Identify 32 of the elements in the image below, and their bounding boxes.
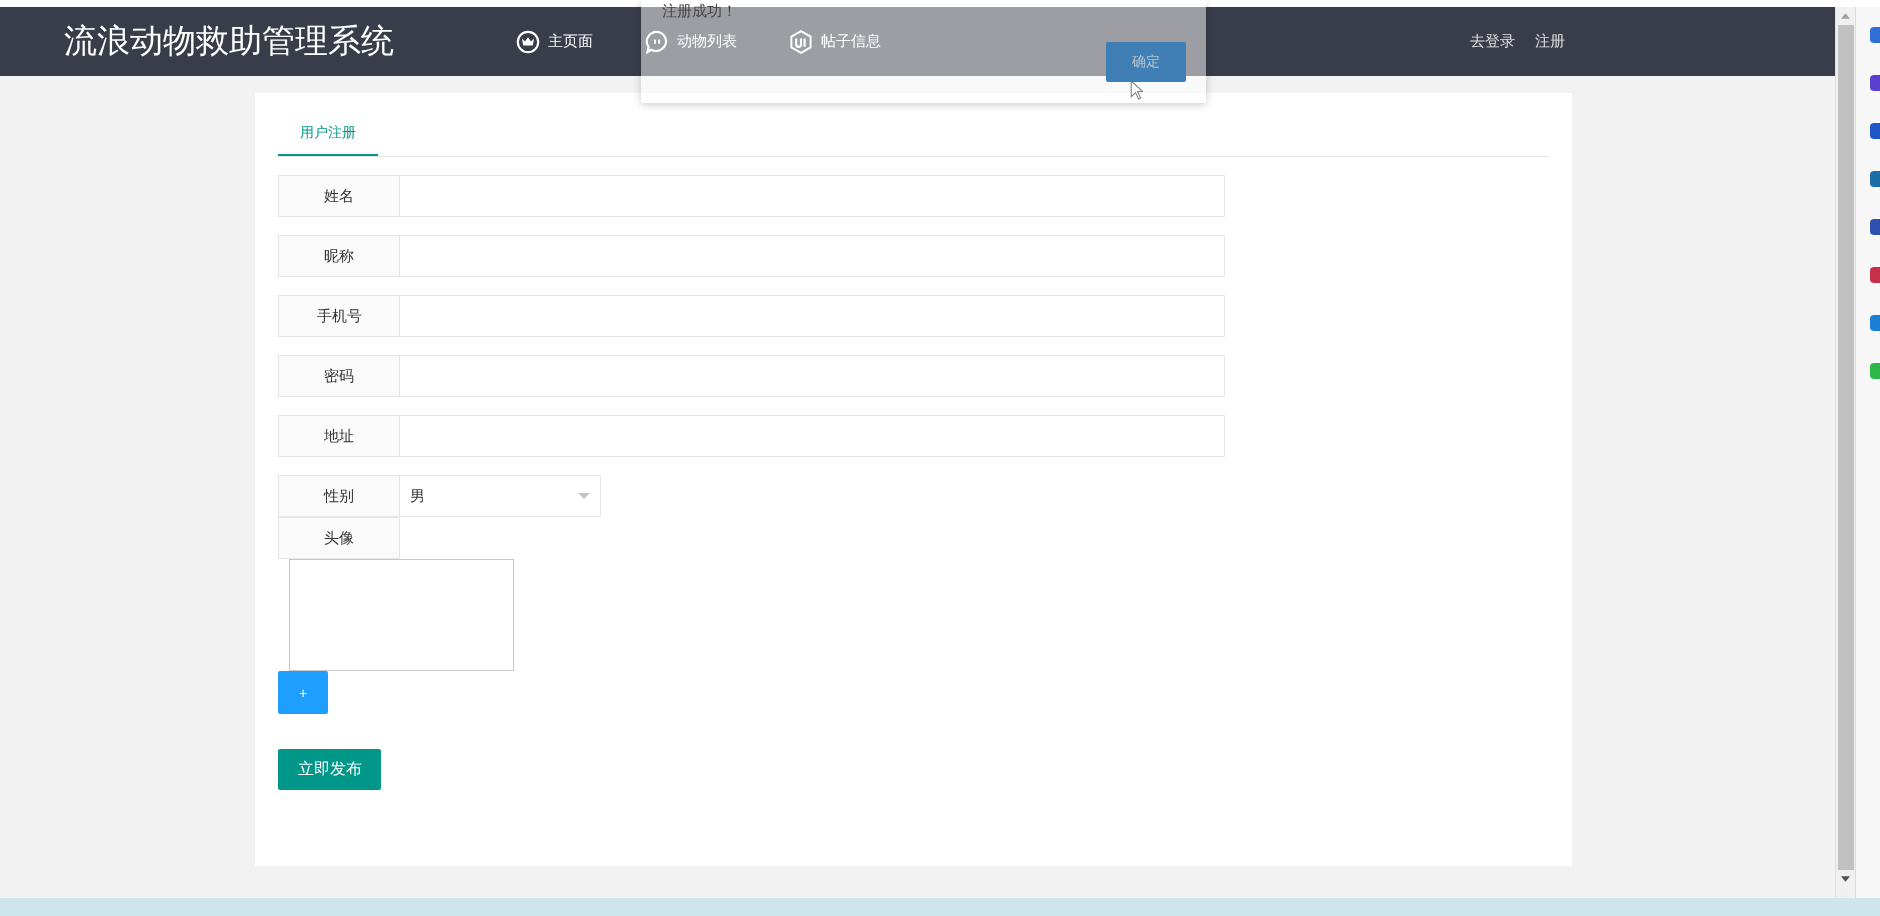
hexagon-icon	[789, 29, 813, 54]
tab[interactable]: 用户注册	[278, 110, 378, 156]
field-label: 昵称	[278, 235, 400, 277]
submit-button[interactable]: 立即发布	[278, 749, 381, 790]
header-link[interactable]: 注册	[1535, 32, 1565, 51]
crown-icon	[516, 29, 540, 54]
scrollbar[interactable]	[1835, 7, 1855, 898]
dialog-message: 注册成功！	[662, 2, 737, 21]
chat-bubble-icon	[645, 29, 669, 54]
scrollbar-thumb[interactable]	[1837, 25, 1854, 870]
field-label: 头像	[278, 517, 400, 559]
header-link[interactable]: 去登录	[1470, 32, 1515, 51]
caret-icon	[578, 493, 590, 499]
field-label: 手机号	[278, 295, 400, 337]
nav-link[interactable]: 帖子信息	[789, 29, 881, 54]
nav-link[interactable]: 动物列表	[645, 29, 737, 54]
input-field[interactable]	[400, 175, 1225, 217]
scroll-up-icon[interactable]	[1841, 13, 1850, 19]
field-label: 性别	[278, 475, 400, 517]
select-field[interactable]: 男	[400, 475, 601, 517]
nav-link[interactable]: 主页面	[516, 29, 593, 54]
add-button[interactable]: +	[278, 671, 328, 714]
input-field[interactable]	[400, 355, 1225, 397]
input-field[interactable]	[400, 415, 1225, 457]
field-label: 密码	[278, 355, 400, 397]
confirm-button[interactable]: 确定	[1106, 42, 1186, 82]
field-label: 姓名	[278, 175, 400, 217]
input-field[interactable]	[400, 235, 1225, 277]
field-label: 地址	[278, 415, 400, 457]
site-title: 流浪动物救助管理系统	[64, 20, 395, 62]
scroll-down-icon[interactable]	[1841, 876, 1850, 882]
input-field[interactable]	[400, 295, 1225, 337]
